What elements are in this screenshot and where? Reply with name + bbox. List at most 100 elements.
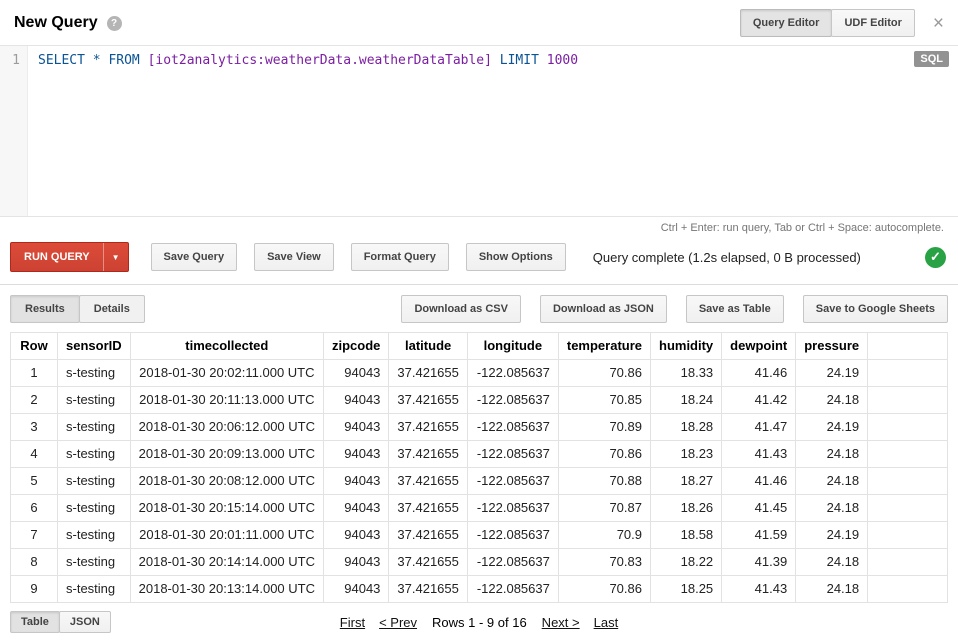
- format-query-button[interactable]: Format Query: [351, 243, 449, 271]
- table-cell-blank: [868, 414, 948, 441]
- table-cell: 24.19: [796, 414, 868, 441]
- table-cell: -122.085637: [467, 522, 558, 549]
- download-as-csv-button[interactable]: Download as CSV: [401, 295, 521, 323]
- table-cell: 94043: [324, 468, 389, 495]
- table-view-button[interactable]: Table: [10, 611, 60, 633]
- pagination-last-link[interactable]: Last: [594, 615, 619, 630]
- table-row: 5s-testing2018-01-30 20:08:12.000 UTC940…: [11, 468, 948, 495]
- table-cell: 70.88: [558, 468, 650, 495]
- table-cell: 94043: [324, 576, 389, 603]
- table-cell: 18.28: [651, 414, 722, 441]
- sql-query-text[interactable]: SELECT * FROM [iot2analytics:weatherData…: [28, 46, 588, 216]
- column-header-pressure: pressure: [796, 333, 868, 360]
- udf-editor-button[interactable]: UDF Editor: [831, 9, 914, 37]
- table-cell: 2018-01-30 20:08:12.000 UTC: [130, 468, 323, 495]
- sql-badge: SQL: [914, 51, 949, 67]
- table-cell: 24.18: [796, 468, 868, 495]
- table-row: 8s-testing2018-01-30 20:14:14.000 UTC940…: [11, 549, 948, 576]
- table-cell: 4: [11, 441, 58, 468]
- column-header-humidity: humidity: [651, 333, 722, 360]
- table-cell: 9: [11, 576, 58, 603]
- table-cell: 94043: [324, 414, 389, 441]
- table-cell: s-testing: [58, 387, 131, 414]
- table-cell-blank: [868, 387, 948, 414]
- run-query-label: RUN QUERY: [11, 243, 103, 271]
- help-icon[interactable]: ?: [107, 16, 122, 31]
- sql-keyword-limit: LIMIT: [492, 53, 547, 68]
- save-view-button[interactable]: Save View: [254, 243, 334, 271]
- pagination-prev-link[interactable]: < Prev: [379, 615, 417, 630]
- table-cell: 94043: [324, 522, 389, 549]
- run-query-dropdown-icon[interactable]: ▼: [103, 243, 128, 271]
- table-cell: s-testing: [58, 414, 131, 441]
- table-cell: 41.39: [722, 549, 796, 576]
- table-cell: 18.25: [651, 576, 722, 603]
- query-editor[interactable]: 1 SELECT * FROM [iot2analytics:weatherDa…: [0, 45, 958, 217]
- column-header-latitude: latitude: [389, 333, 467, 360]
- tab-details[interactable]: Details: [79, 295, 145, 323]
- table-row: 2s-testing2018-01-30 20:11:13.000 UTC940…: [11, 387, 948, 414]
- table-cell-blank: [868, 360, 948, 387]
- table-cell: -122.085637: [467, 576, 558, 603]
- query-editor-button[interactable]: Query Editor: [740, 9, 833, 37]
- tab-results[interactable]: Results: [10, 295, 80, 323]
- run-query-button[interactable]: RUN QUERY ▼: [10, 242, 129, 272]
- table-cell: 37.421655: [389, 468, 467, 495]
- table-row: 9s-testing2018-01-30 20:13:14.000 UTC940…: [11, 576, 948, 603]
- pagination-info: Rows 1 - 9 of 16: [432, 615, 527, 630]
- table-cell: 37.421655: [389, 414, 467, 441]
- table-cell: 41.45: [722, 495, 796, 522]
- table-cell: -122.085637: [467, 360, 558, 387]
- column-header-blank: [868, 333, 948, 360]
- table-cell: -122.085637: [467, 414, 558, 441]
- table-cell: 8: [11, 549, 58, 576]
- table-cell: 41.46: [722, 360, 796, 387]
- table-cell-blank: [868, 468, 948, 495]
- json-view-button[interactable]: JSON: [59, 611, 111, 633]
- table-cell: -122.085637: [467, 441, 558, 468]
- table-cell: 2018-01-30 20:13:14.000 UTC: [130, 576, 323, 603]
- table-cell: 70.83: [558, 549, 650, 576]
- save-to-google-sheets-button[interactable]: Save to Google Sheets: [803, 295, 948, 323]
- table-cell-blank: [868, 495, 948, 522]
- table-cell: 2: [11, 387, 58, 414]
- close-icon[interactable]: ×: [931, 14, 946, 33]
- table-cell-blank: [868, 549, 948, 576]
- sql-keyword: SELECT * FROM: [38, 53, 148, 68]
- table-cell: -122.085637: [467, 468, 558, 495]
- table-cell: 41.59: [722, 522, 796, 549]
- line-number: 1: [0, 46, 28, 216]
- pagination-first-link[interactable]: First: [340, 615, 365, 630]
- table-cell: 41.46: [722, 468, 796, 495]
- table-cell: -122.085637: [467, 387, 558, 414]
- table-cell: 24.18: [796, 576, 868, 603]
- table-cell: 37.421655: [389, 576, 467, 603]
- table-cell: 18.26: [651, 495, 722, 522]
- toolbar: RUN QUERY ▼ Save Query Save View Format …: [0, 236, 958, 285]
- pagination-next-link[interactable]: Next >: [542, 615, 580, 630]
- results-bar: Results Details Download as CSV Download …: [0, 285, 958, 332]
- download-as-json-button[interactable]: Download as JSON: [540, 295, 667, 323]
- results-table: RowsensorIDtimecollectedzipcodelatitudel…: [10, 332, 948, 603]
- table-cell: 2018-01-30 20:14:14.000 UTC: [130, 549, 323, 576]
- table-cell: s-testing: [58, 549, 131, 576]
- table-cell: 41.47: [722, 414, 796, 441]
- table-row: 1s-testing2018-01-30 20:02:11.000 UTC940…: [11, 360, 948, 387]
- save-as-table-button[interactable]: Save as Table: [686, 295, 784, 323]
- table-cell: 3: [11, 414, 58, 441]
- table-cell: 2018-01-30 20:01:11.000 UTC: [130, 522, 323, 549]
- table-cell: 2018-01-30 20:02:11.000 UTC: [130, 360, 323, 387]
- table-cell: 6: [11, 495, 58, 522]
- top-header: New Query ? Query Editor UDF Editor ×: [0, 0, 958, 45]
- save-query-button[interactable]: Save Query: [151, 243, 238, 271]
- table-row: 7s-testing2018-01-30 20:01:11.000 UTC940…: [11, 522, 948, 549]
- table-cell: 18.58: [651, 522, 722, 549]
- table-cell-blank: [868, 576, 948, 603]
- column-header-dewpoint: dewpoint: [722, 333, 796, 360]
- table-cell: 37.421655: [389, 549, 467, 576]
- table-cell: 1: [11, 360, 58, 387]
- table-cell: 94043: [324, 495, 389, 522]
- show-options-button[interactable]: Show Options: [466, 243, 566, 271]
- table-cell: 24.18: [796, 549, 868, 576]
- table-cell: s-testing: [58, 522, 131, 549]
